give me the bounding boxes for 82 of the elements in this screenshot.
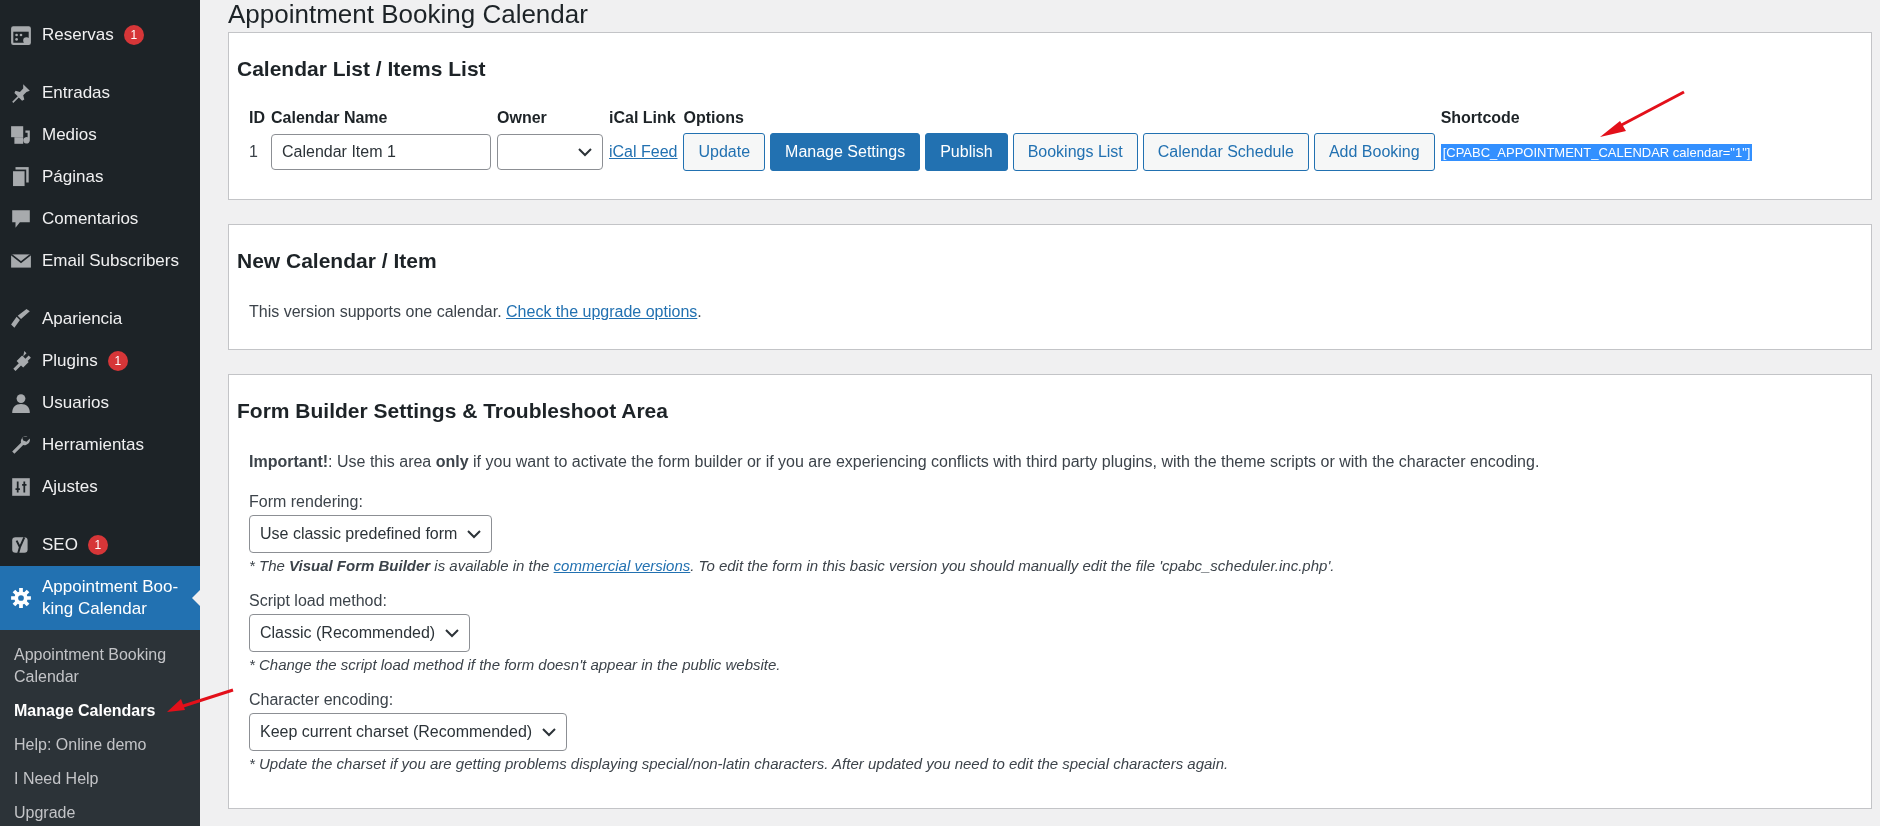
ical-feed-link[interactable]: iCal Feed (609, 143, 678, 161)
action-button[interactable]: Manage Settings (770, 133, 921, 171)
menu-item[interactable]: Medios (0, 114, 200, 156)
menu-label: Plugins (42, 350, 98, 372)
page-title: Appointment Booking Calendar (228, 0, 589, 28)
submenu-item[interactable]: Manage Calendars (0, 694, 200, 728)
comment-icon (10, 208, 32, 230)
panel-heading: New Calendar / Item (237, 249, 438, 273)
menu-label: Entradas (42, 82, 111, 104)
menu-label: SEO (42, 534, 78, 556)
column-header: Owner (497, 109, 548, 127)
upgrade-link[interactable]: Check the upgrade options (506, 303, 698, 320)
action-button[interactable]: Bookings List (1012, 133, 1138, 171)
menu-item[interactable]: Apariencia (0, 298, 200, 340)
sliders-icon (10, 476, 32, 498)
chevron-icon (578, 147, 592, 157)
wrench-icon (10, 434, 32, 456)
id-cell-text: 1 (249, 143, 259, 161)
column-header: Shortcode (1440, 109, 1521, 127)
menu-label: Herramientas (42, 434, 145, 456)
user-icon (10, 392, 32, 414)
menu-label: Páginas (42, 166, 104, 188)
chevron-icon (445, 628, 460, 638)
menu-label: Email Subscribers (42, 250, 179, 272)
setting-note: * The Visual Form Builder is available in the commercial versions. To edit the form in this basic version you should manually edit the file 'cpabc_scheduler.inc.php'. (249, 557, 1336, 574)
menu-label: Appointment Boo-king Calendar (42, 576, 180, 620)
calendar-icon (10, 24, 32, 46)
setting-dropdown[interactable]: Keep current charset (Recommended) (249, 713, 568, 751)
pin-icon (10, 82, 32, 104)
action-button[interactable]: Calendar Schedule (1142, 133, 1309, 171)
menu-item[interactable]: Páginas (0, 156, 200, 198)
submenu-item[interactable]: I Need Help (0, 762, 200, 796)
plug-icon (10, 350, 32, 372)
important-text: Important!: Use this area only if you want to activate the form builder or if you are experiencing conflicts with third party plugins, with the theme scripts or with the character encoding. (249, 452, 1541, 472)
menu-label: Reservas (42, 24, 114, 46)
menu-item[interactable]: Herramientas (0, 424, 200, 466)
column-header: iCal Link (609, 109, 677, 127)
setting-note: * Update the charset if you are getting problems displaying special/non-latin characters. After updated you need to edit the special characters again. (249, 755, 1230, 772)
menu-label: Comentarios (42, 208, 139, 230)
chevron-icon (542, 727, 557, 737)
setting-dropdown[interactable]: Use classic predefined form (249, 515, 493, 553)
shortcode-text: [CPABC_APPOINTMENT_CALENDAR calendar="1"] (1440, 144, 1753, 161)
menu-item[interactable]: Ajustes (0, 466, 200, 508)
gear-icon (10, 587, 32, 609)
menu-item[interactable]: Reservas 1 (0, 14, 200, 56)
setting-label: Script load method: (249, 592, 388, 610)
menu-item[interactable]: Usuarios (0, 382, 200, 424)
info-text: This version supports one calendar. Check the upgrade options. (249, 302, 703, 322)
count-badge: 1 (87, 535, 108, 555)
action-button[interactable]: Update (683, 133, 766, 171)
menu-item[interactable]: Entradas (0, 72, 200, 114)
pages-icon (10, 166, 32, 188)
setting-label: Character encoding: (249, 691, 395, 709)
setting-dropdown[interactable]: Classic (Recommended) (249, 614, 471, 652)
action-button[interactable]: Add Booking (1313, 133, 1435, 171)
menu-item[interactable]: Plugins 1 (0, 340, 200, 382)
calendar-name-field[interactable]: Calendar Item 1 (271, 134, 491, 170)
menu-item[interactable]: Comentarios (0, 198, 200, 240)
column-header: Options (683, 109, 745, 127)
menu-label: Ajustes (42, 476, 98, 498)
count-badge: 1 (107, 351, 128, 371)
media-icon (10, 124, 32, 146)
panel-heading: Calendar List / Items List (237, 57, 487, 81)
owner-dropdown[interactable] (497, 134, 603, 170)
menu-label: Medios (42, 124, 97, 146)
column-header: ID (249, 109, 265, 127)
setting-label: Form rendering: (249, 493, 364, 511)
column-header: Calendar Name (271, 109, 389, 127)
menu-item[interactable]: Email Subscribers (0, 240, 200, 282)
setting-note: * Change the script load method if the form doesn't appear in the public website. (249, 656, 782, 673)
menu-label: Apariencia (42, 308, 123, 330)
chevron-icon (467, 529, 482, 539)
submenu-item[interactable]: Upgrade (0, 796, 200, 826)
count-badge: 1 (123, 25, 144, 45)
brush-icon (10, 308, 32, 330)
menu-label: Usuarios (42, 392, 110, 414)
submenu-item[interactable]: Appointment Booking Calendar (0, 638, 200, 694)
action-button[interactable]: Publish (925, 133, 1008, 171)
menu-item[interactable]: SEO 1 (0, 524, 200, 566)
panel-heading: Form Builder Settings & Troubleshoot Area (237, 399, 669, 423)
menu-item[interactable]: Appointment Boo-king Calendar (0, 566, 200, 630)
submenu-item[interactable]: Help: Online demo (0, 728, 200, 762)
